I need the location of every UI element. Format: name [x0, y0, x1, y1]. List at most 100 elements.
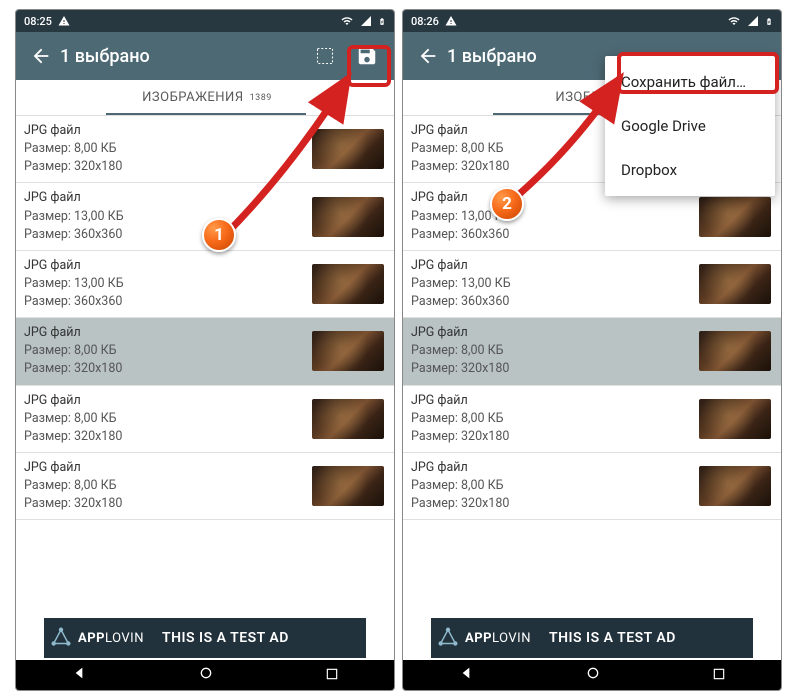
- file-size: Размер: 8,00 КБ: [411, 477, 699, 495]
- file-dimensions: Размер: 320x180: [24, 360, 312, 378]
- list-item[interactable]: JPG файлРазмер: 13,00 КБРазмер: 360x360: [16, 251, 394, 318]
- nav-home-icon[interactable]: [198, 665, 214, 685]
- signal-icon: [360, 15, 372, 27]
- thumbnail: [312, 466, 384, 506]
- list-item[interactable]: JPG файлРазмер: 13,00 КБРазмер: 360x360: [403, 251, 781, 318]
- battery-icon: [378, 15, 386, 28]
- nav-recent-icon[interactable]: [712, 666, 726, 685]
- list-item[interactable]: JPG файлРазмер: 8,00 КБРазмер: 320x180: [403, 453, 781, 520]
- thumbnail: [312, 197, 384, 237]
- list-item-info: JPG файлРазмер: 8,00 КБРазмер: 320x180: [24, 392, 312, 446]
- save-button[interactable]: [346, 36, 388, 76]
- file-size: Размер: 13,00 КБ: [24, 275, 312, 293]
- file-dimensions: Размер: 320x180: [24, 428, 312, 446]
- thumbnail: [312, 399, 384, 439]
- file-type: JPG файл: [24, 122, 312, 140]
- list-item-info: JPG файлРазмер: 13,00 КБРазмер: 360x360: [24, 189, 312, 243]
- tab-label: ИЗОБРАЖЕНИЯ: [138, 90, 247, 105]
- file-type: JPG файл: [411, 392, 699, 410]
- file-size: Размер: 8,00 КБ: [24, 477, 312, 495]
- list-item[interactable]: JPG файлРазмер: 8,00 КБРазмер: 320x180: [16, 116, 394, 183]
- file-dimensions: Размер: 320x180: [24, 495, 312, 513]
- thumbnail: [699, 399, 771, 439]
- nav-recent-icon[interactable]: [325, 666, 339, 685]
- file-dimensions: Размер: 360x360: [24, 293, 312, 311]
- menu-save-file[interactable]: Сохранить файл…: [605, 60, 775, 104]
- ad-banner[interactable]: APPLOVIN THIS IS A TEST AD: [431, 618, 753, 658]
- android-navbar: [16, 660, 394, 690]
- save-menu: Сохранить файл… Google Drive Dropbox: [605, 56, 775, 196]
- list-item-info: JPG файлРазмер: 13,00 КБРазмер: 360x360: [411, 257, 699, 311]
- step-badge-2: 2: [490, 187, 524, 221]
- ad-text: THIS IS A TEST AD: [162, 630, 289, 646]
- file-type: JPG файл: [24, 189, 312, 207]
- thumbnail: [699, 466, 771, 506]
- thumbnail: [699, 197, 771, 237]
- thumbnail: [312, 264, 384, 304]
- file-type: JPG файл: [24, 257, 312, 275]
- file-dimensions: Размер: 320x180: [24, 158, 312, 176]
- thumbnail: [699, 264, 771, 304]
- thumbnail: [312, 331, 384, 371]
- back-button[interactable]: [409, 45, 447, 67]
- file-dimensions: Размер: 360x360: [411, 293, 699, 311]
- list-item-info: JPG файлРазмер: 8,00 КБРазмер: 320x180: [411, 324, 699, 378]
- android-navbar: [403, 660, 781, 690]
- applovin-icon: [44, 627, 78, 649]
- list-item-info: JPG файлРазмер: 8,00 КБРазмер: 320x180: [24, 459, 312, 513]
- status-time: 08:26: [411, 15, 439, 28]
- file-type: JPG файл: [24, 459, 312, 477]
- file-size: Размер: 13,00 КБ: [411, 208, 699, 226]
- list-item[interactable]: JPG файлРазмер: 8,00 КБРазмер: 320x180: [16, 453, 394, 520]
- wifi-icon: [340, 15, 354, 27]
- file-size: Размер: 8,00 КБ: [411, 342, 699, 360]
- list-item-info: JPG файлРазмер: 13,00 КБРазмер: 360x360: [411, 189, 699, 243]
- thumbnail: [699, 331, 771, 371]
- step-badge-1: 1: [202, 218, 236, 252]
- nav-back-icon[interactable]: [458, 665, 474, 685]
- list-item[interactable]: JPG файлРазмер: 8,00 КБРазмер: 320x180: [403, 386, 781, 453]
- ad-text: THIS IS A TEST AD: [549, 630, 676, 646]
- list-item-info: JPG файлРазмер: 8,00 КБРазмер: 320x180: [24, 122, 312, 176]
- file-size: Размер: 13,00 КБ: [24, 208, 312, 226]
- file-type: JPG файл: [411, 459, 699, 477]
- tab-count: 1389: [250, 93, 272, 103]
- list-item-info: JPG файлРазмер: 8,00 КБРазмер: 320x180: [411, 459, 699, 513]
- tab-images[interactable]: ИЗОБРАЖЕНИЯ 1389: [16, 80, 394, 116]
- status-time: 08:25: [24, 15, 52, 28]
- tab-underline: [106, 113, 306, 115]
- file-dimensions: Размер: 360x360: [411, 226, 699, 244]
- wifi-icon: [727, 15, 741, 27]
- file-dimensions: Размер: 320x180: [411, 495, 699, 513]
- battery-icon: [765, 15, 773, 28]
- file-dimensions: Размер: 320x180: [411, 360, 699, 378]
- list-item-info: JPG файлРазмер: 8,00 КБРазмер: 320x180: [24, 324, 312, 378]
- file-size: Размер: 8,00 КБ: [24, 410, 312, 428]
- signal-icon: [747, 15, 759, 27]
- list-item[interactable]: JPG файлРазмер: 8,00 КБРазмер: 320x180: [403, 318, 781, 385]
- ad-brand: APPLOVIN: [465, 631, 531, 646]
- app-bar: 1 выбрано: [16, 32, 394, 80]
- list-item[interactable]: JPG файлРазмер: 8,00 КБРазмер: 320x180: [16, 318, 394, 385]
- file-dimensions: Размер: 360x360: [24, 226, 312, 244]
- ad-banner[interactable]: APPLOVIN THIS IS A TEST AD: [44, 618, 366, 658]
- back-button[interactable]: [22, 45, 60, 67]
- status-bar: 08:25: [16, 10, 394, 32]
- phone-right: 08:26 1 выбрано ИЗОБРАЖЕ JPG файлРазмер:…: [402, 9, 782, 691]
- file-type: JPG файл: [24, 392, 312, 410]
- status-bar: 08:26: [403, 10, 781, 32]
- warning-icon: [58, 15, 70, 27]
- applovin-icon: [431, 627, 465, 649]
- ad-brand: APPLOVIN: [78, 631, 144, 646]
- list-item[interactable]: JPG файлРазмер: 8,00 КБРазмер: 320x180: [16, 386, 394, 453]
- menu-dropbox[interactable]: Dropbox: [605, 148, 775, 192]
- image-list[interactable]: JPG файлРазмер: 8,00 КБРазмер: 320x180JP…: [16, 116, 394, 520]
- select-all-button[interactable]: [304, 36, 346, 76]
- file-type: JPG файл: [411, 324, 699, 342]
- file-type: JPG файл: [24, 324, 312, 342]
- nav-back-icon[interactable]: [71, 665, 87, 685]
- menu-google-drive[interactable]: Google Drive: [605, 104, 775, 148]
- thumbnail: [312, 129, 384, 169]
- file-size: Размер: 8,00 КБ: [411, 410, 699, 428]
- nav-home-icon[interactable]: [585, 665, 601, 685]
